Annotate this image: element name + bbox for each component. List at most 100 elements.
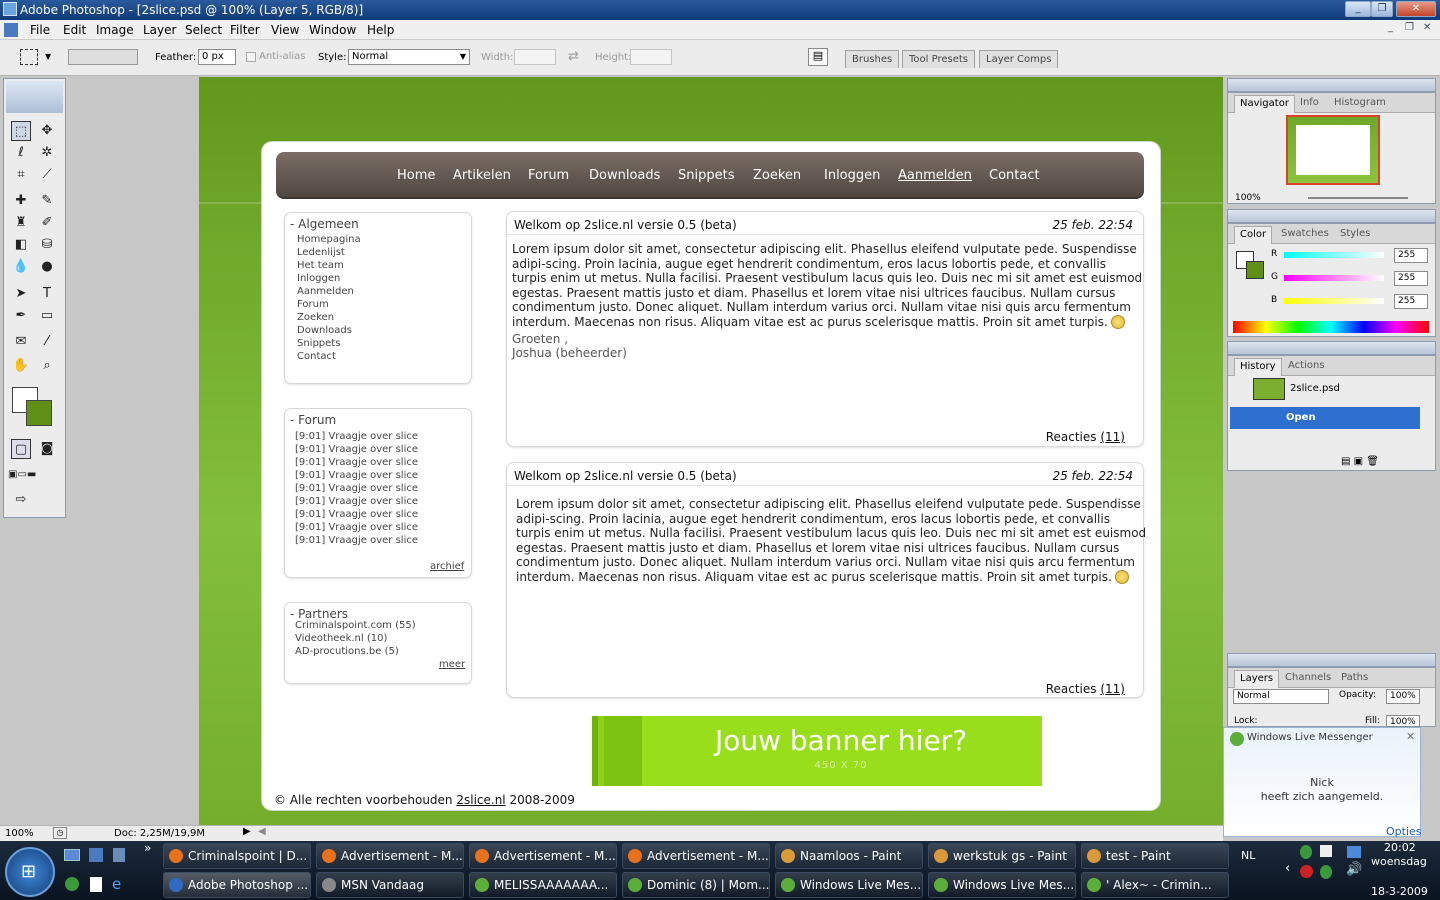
- switch-windows-icon[interactable]: [89, 848, 103, 862]
- link-aanmelden[interactable]: Aanmelden: [297, 286, 354, 297]
- history-snapshot[interactable]: 2slice.psd: [1290, 383, 1340, 394]
- lasso-tool-icon[interactable]: ℓ: [11, 143, 31, 163]
- tab-actions[interactable]: Actions: [1288, 360, 1325, 371]
- palette-toggle-icon[interactable]: ▤: [808, 48, 828, 66]
- scroll-left-icon[interactable]: ◀: [258, 826, 266, 837]
- marquee-tool-icon[interactable]: ⬚: [11, 121, 31, 141]
- menu-edit[interactable]: Edit: [63, 23, 86, 37]
- swap-icon[interactable]: ⇄: [568, 49, 579, 64]
- link-zoeken[interactable]: Zoeken: [297, 312, 334, 323]
- tab-layer-comps[interactable]: Layer Comps: [979, 50, 1059, 68]
- color-ramp[interactable]: [1233, 321, 1429, 333]
- forum-topic[interactable]: [9:01] Vraagje over slice: [295, 470, 418, 481]
- dodge-tool-icon[interactable]: ●: [37, 257, 57, 277]
- menu-layer[interactable]: Layer: [143, 23, 176, 37]
- magic-wand-icon[interactable]: ✲: [37, 143, 57, 163]
- partner-link[interactable]: AD-procutions.be (5): [295, 646, 399, 657]
- eraser-icon[interactable]: ◧: [11, 235, 31, 255]
- start-button[interactable]: ⊞: [5, 847, 55, 897]
- messenger-notification[interactable]: Windows Live Messenger ✕ Nick heeft zich…: [1223, 727, 1422, 838]
- fill-input[interactable]: 100%: [1386, 715, 1420, 727]
- messenger-quicklaunch-icon[interactable]: [65, 877, 79, 891]
- history-panel-icons[interactable]: ▤ ▣ 🗑: [1341, 456, 1379, 467]
- minimize-button[interactable]: _: [1345, 1, 1371, 17]
- chevron-down-icon[interactable]: ▼: [45, 52, 51, 61]
- menu-file[interactable]: File: [30, 23, 50, 37]
- tab-channels[interactable]: Channels: [1285, 672, 1331, 683]
- partner-link[interactable]: Criminalspoint.com (55): [295, 620, 416, 631]
- g-slider[interactable]: [1284, 275, 1384, 281]
- move-tool-icon[interactable]: ✥: [37, 121, 57, 141]
- zoom-tool-icon[interactable]: ⌕: [37, 356, 57, 376]
- b-slider[interactable]: [1284, 298, 1384, 304]
- nav-downloads[interactable]: Downloads: [589, 168, 660, 183]
- close-button[interactable]: ✕: [1396, 1, 1436, 17]
- zoom-level[interactable]: 100%: [5, 828, 34, 839]
- forum-topic[interactable]: [9:01] Vraagje over slice: [295, 457, 418, 468]
- ie-icon[interactable]: e: [112, 875, 121, 893]
- background-color-swatch[interactable]: [26, 400, 52, 426]
- menu-select[interactable]: Select: [185, 23, 222, 37]
- tab-brushes[interactable]: Brushes: [845, 50, 900, 68]
- archief-link[interactable]: archief: [430, 561, 464, 572]
- history-panel-bar[interactable]: [1227, 341, 1436, 355]
- taskbar-item-active[interactable]: Adobe Photoshop ...: [163, 872, 311, 898]
- language-indicator[interactable]: NL: [1241, 849, 1255, 862]
- security-alert-icon[interactable]: [1300, 865, 1313, 878]
- style-select[interactable]: Normal ▼: [348, 49, 470, 65]
- show-desktop-icon[interactable]: [64, 849, 80, 861]
- tray-expand-icon[interactable]: ‹: [1285, 861, 1290, 876]
- navigator-zoom-slider[interactable]: [1308, 197, 1408, 199]
- taskbar-item[interactable]: Advertisement - M...: [622, 843, 770, 869]
- rectangular-marquee-icon[interactable]: [20, 49, 38, 65]
- status-icon[interactable]: ◷: [53, 827, 67, 839]
- width-input[interactable]: [514, 49, 556, 65]
- nav-inloggen[interactable]: Inloggen: [824, 168, 880, 183]
- navigator-panel-bar[interactable]: [1227, 78, 1436, 92]
- b-input[interactable]: 255: [1394, 294, 1428, 309]
- forum-topic[interactable]: [9:01] Vraagje over slice: [295, 496, 418, 507]
- link-het-team[interactable]: Het team: [297, 260, 344, 271]
- taskbar-item[interactable]: Criminalspoint | D...: [163, 843, 311, 869]
- shape-tool-icon[interactable]: ▭: [37, 306, 57, 326]
- messenger-options-link[interactable]: Opties: [1386, 825, 1422, 838]
- tab-navigator[interactable]: Navigator: [1234, 95, 1295, 113]
- taskbar-item[interactable]: MELISSAAAAAAA...: [469, 872, 617, 898]
- layers-panel-bar[interactable]: [1227, 653, 1436, 667]
- forum-topic[interactable]: [9:01] Vraagje over slice: [295, 483, 418, 494]
- blur-tool-icon[interactable]: 💧: [11, 257, 31, 277]
- meer-link[interactable]: meer: [439, 659, 465, 670]
- menu-help[interactable]: Help: [367, 23, 394, 37]
- notes-tool-icon[interactable]: ✉: [11, 332, 31, 352]
- screen-mode-icon[interactable]: ▣▭▬: [8, 465, 36, 485]
- height-input[interactable]: [630, 49, 672, 65]
- clone-stamp-icon[interactable]: ♜: [11, 213, 31, 233]
- nav-forum[interactable]: Forum: [528, 168, 569, 183]
- antialias-checkbox[interactable]: [246, 52, 256, 62]
- taskbar-item[interactable]: MSN Vandaag: [316, 872, 464, 898]
- close-icon[interactable]: ✕: [1406, 730, 1415, 743]
- link-downloads[interactable]: Downloads: [297, 325, 352, 336]
- healing-brush-icon[interactable]: ✚: [11, 191, 31, 211]
- selection-mode-buttons[interactable]: [68, 49, 138, 65]
- quickmask-mode-icon[interactable]: ◙: [37, 439, 57, 459]
- tab-swatches[interactable]: Swatches: [1281, 228, 1329, 239]
- reacties-count-link[interactable]: (11): [1100, 430, 1125, 444]
- type-tool-icon[interactable]: T: [37, 284, 57, 304]
- history-state-selected[interactable]: Open: [1230, 407, 1420, 429]
- volume-icon[interactable]: 🔊: [1346, 862, 1362, 877]
- document-quicklaunch-icon[interactable]: [90, 877, 102, 892]
- tab-histogram[interactable]: Histogram: [1334, 97, 1386, 108]
- partner-link[interactable]: Videotheek.nl (10): [295, 633, 387, 644]
- taskbar-item[interactable]: Windows Live Mes...: [928, 872, 1076, 898]
- g-input[interactable]: 255: [1394, 271, 1428, 286]
- menu-filter[interactable]: Filter: [230, 23, 260, 37]
- messenger-tray-icon[interactable]: [1300, 845, 1312, 859]
- tab-info[interactable]: Info: [1300, 97, 1319, 108]
- taskbar-item[interactable]: test - Paint: [1081, 843, 1229, 869]
- forum-topic[interactable]: [9:01] Vraagje over slice: [295, 444, 418, 455]
- taskbar-item[interactable]: werkstuk gs - Paint: [928, 843, 1076, 869]
- r-slider[interactable]: [1284, 252, 1384, 258]
- document-icon[interactable]: [4, 23, 18, 37]
- forum-topic[interactable]: [9:01] Vraagje over slice: [295, 509, 418, 520]
